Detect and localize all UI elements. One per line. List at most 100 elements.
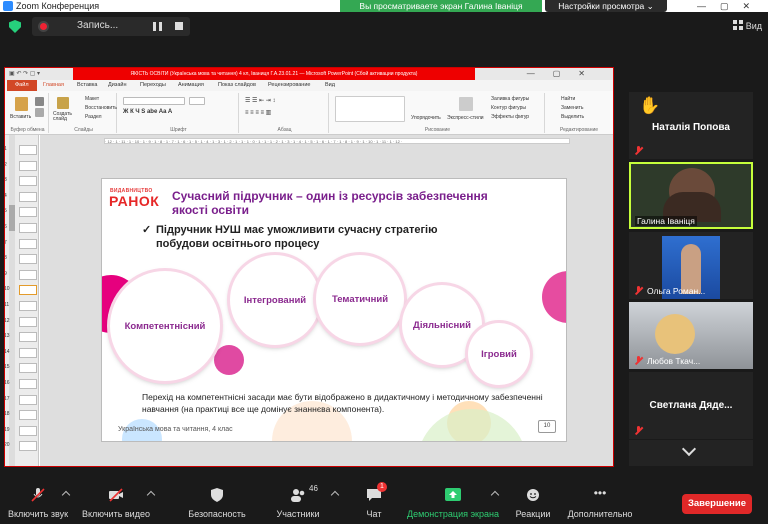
slide-thumbnail[interactable] — [19, 269, 37, 280]
slide-thumbnail[interactable] — [19, 332, 37, 343]
slide-thumbnail[interactable] — [19, 316, 37, 327]
slide-thumbnail[interactable] — [19, 145, 37, 155]
slide-thumbnail[interactable] — [19, 254, 37, 265]
slide-thumbnail[interactable] — [19, 285, 37, 296]
font-size-select[interactable] — [189, 97, 205, 105]
slide-thumbnail[interactable] — [19, 223, 37, 233]
slide-thumbnail[interactable] — [19, 238, 37, 249]
view-label: Вид — [745, 21, 762, 31]
shield-icon[interactable] — [9, 20, 21, 33]
copy-icon[interactable] — [35, 108, 44, 117]
slide-thumbnail[interactable] — [19, 394, 37, 405]
group-label-drawing: Рисование — [424, 127, 451, 133]
group-paragraph: ☰ ☰ ⇤ ⇥ ↕ ≡ ≡ ≡ ≡ ▥ Абзац — [241, 93, 329, 133]
ppt-window-controls[interactable]: —▢✕ — [527, 69, 603, 78]
slide-thumbnail[interactable] — [19, 425, 37, 436]
end-meeting-button[interactable]: Завершение — [682, 494, 752, 514]
slides-scrollbar[interactable] — [9, 135, 15, 466]
circle-integrated: Інтегрований — [230, 255, 320, 345]
participant-tile-active[interactable]: Галина Іваніця — [629, 162, 753, 229]
tab-view[interactable]: Вид — [325, 80, 335, 91]
circle-label: Інтегрований — [243, 294, 307, 306]
more-button[interactable]: ••• Дополнительно — [562, 484, 638, 522]
slide-thumbnail[interactable] — [19, 301, 37, 311]
paste-label[interactable]: Вставить — [10, 114, 31, 120]
view-button[interactable]: Вид — [732, 20, 762, 31]
slide-thumbnail[interactable] — [19, 379, 37, 389]
arrange-label[interactable]: Упорядочить — [411, 115, 441, 121]
cut-icon[interactable] — [35, 97, 44, 106]
paste-icon[interactable] — [15, 97, 28, 111]
tab-animations[interactable]: Анимация — [178, 80, 204, 91]
restore-label[interactable]: Восстановить — [85, 105, 117, 111]
shapes-gallery[interactable] — [335, 96, 405, 122]
slide-thumbnail[interactable] — [19, 441, 37, 452]
express-styles-label[interactable]: Экспресс-стили — [447, 115, 484, 121]
shape-fill-label[interactable]: Заливка фигуры — [491, 96, 529, 102]
slide-thumbnail[interactable] — [19, 363, 37, 374]
align-buttons[interactable]: ≡ ≡ ≡ ≡ ▥ — [245, 109, 271, 116]
find-label[interactable]: Найти — [561, 96, 575, 102]
checkmark-icon: ✓ — [142, 224, 152, 236]
participant-tile[interactable]: Любов Ткач... — [629, 302, 753, 369]
share-screen-button[interactable]: Демонстрация экрана — [405, 484, 501, 522]
participant-tile[interactable]: Светлана Дяде... — [629, 372, 753, 439]
participant-tile[interactable]: ✋ Наталія Попова — [629, 92, 753, 159]
participants-caret[interactable] — [330, 490, 340, 500]
slide-thumbnail[interactable] — [19, 347, 37, 358]
slide-thumb-number: 16 — [4, 380, 10, 386]
participant-tile[interactable]: Ольга Роман... — [629, 232, 753, 299]
window-controls[interactable]: —▢✕ — [697, 0, 764, 12]
slide-thumbnail[interactable] — [19, 410, 37, 421]
stop-recording-button[interactable] — [175, 22, 183, 30]
group-clipboard: Вставить Буфер обмена — [7, 93, 49, 133]
select-label[interactable]: Выделить — [561, 114, 584, 120]
group-label-paragraph: Абзац — [277, 127, 292, 133]
shape-outline-label[interactable]: Контур фигуры — [491, 105, 526, 111]
title-bar: Zoom Конференция Вы просматриваете экран… — [0, 0, 768, 12]
slide-thumbnail[interactable] — [19, 160, 37, 171]
replace-label[interactable]: Заменить — [561, 105, 583, 111]
group-font: Ж К Ч S abe Aa A Шрифт — [119, 93, 239, 133]
new-slide-icon[interactable] — [57, 97, 69, 109]
slide-thumbnail[interactable] — [19, 207, 37, 218]
participants-button[interactable]: Участники — [265, 484, 331, 522]
tab-slideshow[interactable]: Показ слайдов — [218, 80, 256, 91]
view-options-button[interactable]: Настройки просмотра ⌄ — [545, 0, 667, 12]
unmute-button[interactable]: Включить звук — [2, 484, 74, 522]
circle-thematic: Тематичний — [316, 255, 404, 343]
participant-name: Любов Ткач... — [647, 356, 701, 366]
start-video-button[interactable]: Включить видео — [80, 484, 152, 522]
tab-file[interactable]: Файл — [7, 80, 37, 91]
share-screen-label: Демонстрация экрана — [407, 509, 499, 519]
slide-thumbnail[interactable] — [19, 191, 37, 202]
participants-scroll-down[interactable] — [629, 440, 753, 466]
font-name-select[interactable] — [123, 97, 185, 105]
font-format-buttons[interactable]: Ж К Ч S abe Aa A — [123, 109, 172, 115]
horizontal-ruler: · 12 · 1 · 11 · 1 · 10 · 1 · 9 · 1 · 8 ·… — [104, 138, 570, 144]
tab-home[interactable]: Главная — [43, 80, 64, 91]
participants-icon — [291, 489, 305, 502]
shape-effects-label[interactable]: Эффекты фигур — [491, 114, 529, 120]
tab-insert[interactable]: Вставка — [77, 80, 97, 91]
tab-transitions[interactable]: Переходы — [140, 80, 166, 91]
pause-recording-button[interactable] — [153, 22, 162, 31]
express-styles-icon[interactable] — [459, 97, 473, 111]
participants-label: Участники — [276, 509, 320, 519]
ppt-window-title: ЯКІСТЬ ОСВІТИ (Українська мова та читанн… — [73, 68, 475, 80]
create-slide-label[interactable]: Создать слайд — [53, 112, 77, 122]
chat-button[interactable]: Чат — [352, 484, 396, 522]
layout-label[interactable]: Макет — [85, 96, 99, 102]
current-slide[interactable]: ВИДАВНИЦТВО РАНОК Сучасний підручник – о… — [101, 178, 567, 442]
slide-thumbnail[interactable] — [19, 176, 37, 187]
section-label[interactable]: Раздел — [85, 114, 102, 120]
scrollbar-knob[interactable] — [9, 205, 15, 231]
list-buttons[interactable]: ☰ ☰ ⇤ ⇥ ↕ — [245, 97, 275, 104]
reactions-button[interactable]: Реакции — [510, 484, 556, 522]
tab-design[interactable]: Дизайн — [108, 80, 127, 91]
ppt-title-bar: ▣ ↶ ↷ ▢ ▾ ЯКІСТЬ ОСВІТИ (Українська мова… — [5, 68, 613, 80]
quick-access-toolbar[interactable]: ▣ ↶ ↷ ▢ ▾ — [9, 70, 40, 77]
security-button[interactable]: Безопасность — [182, 484, 252, 522]
grid-icon — [732, 20, 743, 30]
tab-review[interactable]: Рецензирование — [268, 80, 310, 91]
